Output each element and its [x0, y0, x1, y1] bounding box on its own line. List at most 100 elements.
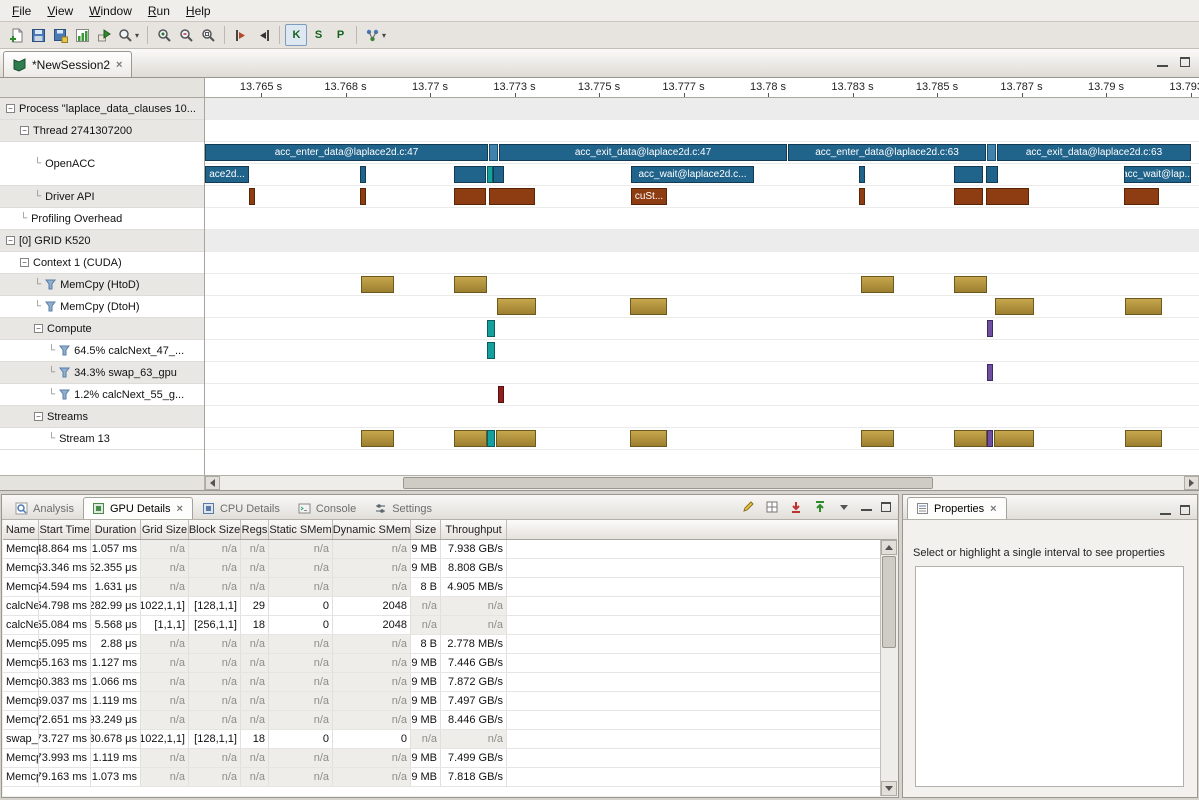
- kernel-toggle-button[interactable]: K: [285, 24, 307, 46]
- vscrollbar-track[interactable]: [881, 555, 897, 781]
- export2-icon[interactable]: [811, 498, 828, 515]
- timeline-bar[interactable]: [487, 430, 495, 447]
- close-icon[interactable]: ×: [989, 503, 997, 515]
- timeline-tree-row[interactable]: └Profiling Overhead: [0, 208, 204, 230]
- zoom-fit-button[interactable]: [197, 24, 219, 46]
- timeline-tree-row[interactable]: └Driver API: [0, 186, 204, 208]
- timeline-bar[interactable]: [360, 188, 366, 205]
- timeline-bar[interactable]: [954, 430, 987, 447]
- minimize-icon[interactable]: [1160, 506, 1171, 515]
- collapse-icon[interactable]: −: [6, 104, 15, 113]
- timeline-bar[interactable]: [987, 320, 993, 337]
- hscrollbar-thumb[interactable]: [403, 477, 933, 489]
- save-button[interactable]: [27, 24, 49, 46]
- collapse-icon[interactable]: −: [6, 236, 15, 245]
- timeline-bar[interactable]: [859, 166, 865, 183]
- timeline-bar[interactable]: acc_enter_data@laplace2d.c:47: [205, 144, 488, 161]
- table-row[interactable]: Memcpy173.993 ms1.119 msn/an/an/an/an/a9…: [3, 749, 880, 768]
- timeline-bar[interactable]: [1125, 430, 1162, 447]
- pencil-icon[interactable]: [739, 498, 756, 515]
- timeline-bar[interactable]: [954, 166, 983, 183]
- timeline-bar[interactable]: [489, 144, 498, 161]
- menu-file[interactable]: File: [4, 1, 39, 21]
- timeline-bar[interactable]: [360, 166, 366, 183]
- search-dropdown-button[interactable]: ▾: [115, 24, 142, 46]
- tab-analysis[interactable]: Analysis: [6, 497, 83, 519]
- timeline-bar[interactable]: acc_wait@laplace2d.c...: [631, 166, 754, 183]
- timeline-tree-row[interactable]: −[0] GRID K520: [0, 230, 204, 252]
- timeline-bar[interactable]: acc_wait@lap...: [1124, 166, 1191, 183]
- stream-toggle-button[interactable]: S: [307, 24, 329, 46]
- scroll-up-icon[interactable]: [881, 540, 897, 555]
- timeline-tree-row[interactable]: −Streams: [0, 406, 204, 428]
- table-row[interactable]: calcNext_47_gpu154.798 ms282.99 μs[1022,…: [3, 597, 880, 616]
- table-row[interactable]: Memcpy154.594 ms1.631 μsn/an/an/an/an/a8…: [3, 578, 880, 597]
- table-row[interactable]: Memcpy155.095 ms2.88 μsn/an/an/an/an/a8 …: [3, 635, 880, 654]
- timeline-bar[interactable]: [987, 144, 996, 161]
- timeline-tree-row[interactable]: └Stream 13: [0, 428, 204, 450]
- save-as-button[interactable]: [49, 24, 71, 46]
- timeline-bar[interactable]: [954, 276, 987, 293]
- timeline-tree-row[interactable]: └64.5% calcNext_47_...: [0, 340, 204, 362]
- timeline-bar[interactable]: acc_enter_data@laplace2d.c:63: [788, 144, 986, 161]
- table-row[interactable]: Memcpy160.383 ms1.066 msn/an/an/an/an/a9…: [3, 673, 880, 692]
- timeline-bar[interactable]: [995, 298, 1034, 315]
- menu-run[interactable]: Run: [140, 1, 178, 21]
- hscrollbar-track[interactable]: [220, 476, 1184, 490]
- timeline-bar[interactable]: [861, 276, 894, 293]
- table-row[interactable]: Memcpy169.037 ms1.119 msn/an/an/an/an/a9…: [3, 692, 880, 711]
- maximize-icon[interactable]: [1180, 505, 1190, 515]
- column-header[interactable]: Name: [3, 520, 39, 539]
- timeline-bar[interactable]: ace2d...: [205, 166, 249, 183]
- column-header[interactable]: Start Time: [39, 520, 91, 539]
- column-header[interactable]: Block Size: [189, 520, 241, 539]
- table-row[interactable]: Memcpy153.346 ms952.355 μsn/an/an/an/an/…: [3, 559, 880, 578]
- table-row[interactable]: swap_63_gpu173.727 ms230.678 μs[1022,1,1…: [3, 730, 880, 749]
- timeline-hscrollbar[interactable]: [0, 475, 1199, 490]
- minimize-icon[interactable]: [861, 502, 872, 511]
- column-header[interactable]: Throughput: [441, 520, 507, 539]
- process-toggle-button[interactable]: P: [329, 24, 351, 46]
- next-marker-button[interactable]: [252, 24, 274, 46]
- timeline-tree-row[interactable]: −Thread 2741307200: [0, 120, 204, 142]
- table-row[interactable]: Memcpy179.163 ms1.073 msn/an/an/an/an/a9…: [3, 768, 880, 787]
- collapse-icon[interactable]: −: [20, 126, 29, 135]
- timeline-bar[interactable]: [498, 386, 504, 403]
- column-header[interactable]: Size: [411, 520, 441, 539]
- timeline-bar[interactable]: [454, 430, 487, 447]
- zoom-out-button[interactable]: [175, 24, 197, 46]
- timeline-tree-row[interactable]: └MemCpy (HtoD): [0, 274, 204, 296]
- timeline-bar[interactable]: [249, 188, 255, 205]
- timeline-bar[interactable]: [1124, 188, 1159, 205]
- import-icon[interactable]: [787, 498, 804, 515]
- timeline-bar[interactable]: [489, 188, 535, 205]
- column-header[interactable]: Regs: [241, 520, 269, 539]
- timeline-tree-row[interactable]: −Context 1 (CUDA): [0, 252, 204, 274]
- columns-icon[interactable]: [763, 498, 780, 515]
- timeline-bar[interactable]: [630, 430, 667, 447]
- timeline-tree-row[interactable]: └34.3% swap_63_gpu: [0, 362, 204, 384]
- scroll-down-icon[interactable]: [881, 781, 897, 796]
- timeline-bar[interactable]: [994, 430, 1034, 447]
- timeline-bar[interactable]: [859, 188, 865, 205]
- minimize-icon[interactable]: [1157, 58, 1168, 67]
- maximize-icon[interactable]: [881, 502, 891, 512]
- close-icon[interactable]: ×: [176, 503, 184, 515]
- timeline-bar[interactable]: [861, 430, 894, 447]
- menu-view[interactable]: View: [39, 1, 81, 21]
- scroll-right-icon[interactable]: [1184, 476, 1199, 490]
- menu-help[interactable]: Help: [178, 1, 219, 21]
- tab-console[interactable]: Console: [289, 497, 365, 519]
- new-session-button[interactable]: [5, 24, 27, 46]
- table-row[interactable]: Memcpy172.651 ms993.249 μsn/an/an/an/an/…: [3, 711, 880, 730]
- table-vscrollbar[interactable]: [880, 540, 897, 796]
- table-row[interactable]: Memcpy148.864 ms1.057 msn/an/an/an/an/a9…: [3, 540, 880, 559]
- timeline-bar[interactable]: [493, 166, 504, 183]
- timeline-bar[interactable]: [987, 364, 993, 381]
- timeline-tree-row[interactable]: └OpenACC: [0, 142, 204, 186]
- timeline-tree-row[interactable]: −Compute: [0, 318, 204, 340]
- timeline-bar[interactable]: [496, 430, 536, 447]
- column-header[interactable]: Static SMem: [269, 520, 333, 539]
- collapse-icon[interactable]: −: [34, 324, 43, 333]
- timeline-bar[interactable]: [454, 166, 486, 183]
